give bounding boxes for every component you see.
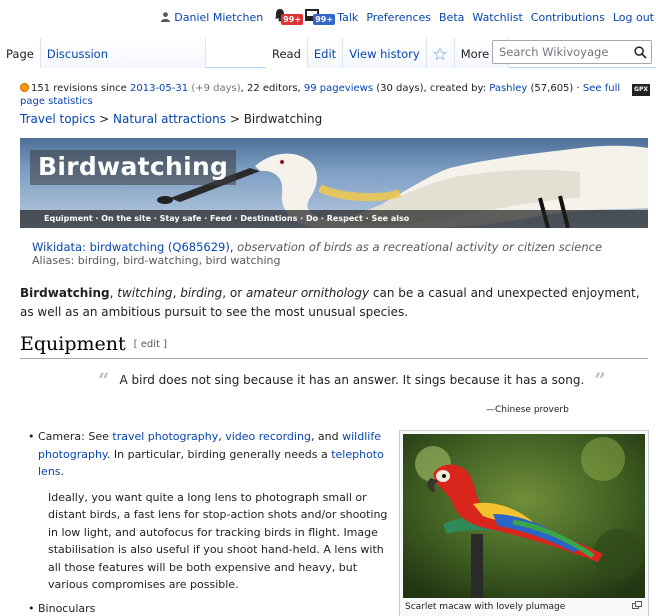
tab-discussion[interactable]: Discussion [40,38,206,68]
tab-discussion-label: Discussion [46,47,108,61]
contributions-link[interactable]: Contributions [531,11,605,24]
video-recording-link[interactable]: video recording [225,430,311,443]
banner-title: Birdwatching [30,150,237,185]
banner-link-destinations[interactable]: Destinations [240,214,297,223]
tab-read-label: Read [272,47,301,61]
notices-button[interactable]: 99+ [305,8,336,26]
user-name: Daniel Mietchen [174,10,264,24]
intro-text: , or [222,286,246,300]
intro-italic: amateur ornithology [245,286,370,300]
user-link[interactable]: Daniel Mietchen [161,11,263,24]
breadcrumb-current: Birdwatching [243,112,323,126]
search-input[interactable] [493,45,629,59]
notices-badge: 99+ [313,14,336,25]
list-text: . In particular, birding generally needs… [106,447,332,461]
banner-link-equipment[interactable]: Equipment [44,214,93,223]
intro-bold: Birdwatching [20,286,110,300]
star-icon [433,47,448,61]
list-text: . [60,465,65,478]
intro-italic: twitching [117,286,173,300]
personal-tools: Daniel Mietchen 99+ 99+ Talk Preferences… [161,9,654,25]
user-icon [161,12,171,22]
banner-link-feed[interactable]: Feed [210,214,232,223]
quote-box: “ A bird does not sing because it has an… [88,368,616,392]
enlarge-icon[interactable] [632,601,642,609]
pageviews-link[interactable]: 99 pageviews [304,83,373,94]
breadcrumb-natural-attractions[interactable]: Natural attractions [113,112,226,126]
close-quote-icon: ” [594,368,606,392]
tab-history-label: View history [349,47,420,61]
breadcrumb: Travel topics > Natural attractions > Bi… [20,112,322,126]
travel-photography-link[interactable]: travel photography [112,430,218,443]
talk-link[interactable]: Talk [337,11,358,24]
banner-nav: Equipment · On the site · Stay safe · Fe… [20,210,648,228]
namespace-tabs: Page Discussion [0,38,206,68]
creator-count: (57,605) [527,83,574,94]
list-item: Camera: See travel photography, video re… [28,428,388,594]
more-label: More [460,47,490,61]
thumbnail: Scarlet macaw with lovely plumage [399,430,649,616]
intro-italic: birding [180,286,223,300]
tab-history[interactable]: View history [343,38,427,68]
alerts-button[interactable]: 99+ [273,8,304,26]
page-banner: Birdwatching Equipment · On the site · S… [20,138,648,228]
wikidata-description: observation of birds as a recreational a… [237,240,603,254]
pageviews-rest: (30 days), created by: [373,83,490,94]
banner-link-respect[interactable]: Respect [327,214,363,223]
quote-source: —Chinese proverb [486,405,569,415]
list-item: Binoculars [28,600,388,616]
macaw-picture [403,434,645,598]
banner-link-stay-safe[interactable]: Stay safe [160,214,202,223]
wikidata-link[interactable]: Wikidata: birdwatching (Q685629) [32,240,230,254]
days-text: (+9 days) [191,83,241,94]
equipment-list: Camera: See travel photography, video re… [28,428,388,616]
editors-text: , 22 editors, [240,83,304,94]
tab-page[interactable]: Page [0,38,41,68]
gpx-icon[interactable]: GPX [632,84,650,96]
section-title: Equipment [20,333,126,355]
breadcrumb-sep: > [95,112,114,126]
search-button[interactable] [629,45,651,59]
breadcrumb-travel-topics[interactable]: Travel topics [20,112,95,126]
banner-link-do[interactable]: Do [306,214,318,223]
page-info: 151 revisions since 2013-05-31 (+9 days)… [20,82,625,108]
watchlist-link[interactable]: Watchlist [472,11,522,24]
beta-link[interactable]: Beta [439,11,464,24]
binoculars-text: Binoculars [38,601,96,615]
macaw-image[interactable] [403,434,645,598]
breadcrumb-sep: > [226,112,244,126]
quote-text: A bird does not sing because it has an a… [119,373,585,387]
info-sep: · [573,83,583,94]
list-text: Camera: See [38,430,113,443]
tab-read[interactable]: Read [266,38,308,68]
watch-star-button[interactable] [426,38,455,68]
wikidata-line: Wikidata: birdwatching (Q685629), observ… [32,240,603,254]
wikidata-aliases: Aliases: birding, bird-watching, bird wa… [32,254,281,267]
first-revision-link[interactable]: 2013-05-31 [130,83,188,94]
status-icon [20,83,29,92]
view-tabs: Read Edit View history More [266,38,510,68]
search-box [492,40,652,64]
camera-paragraph: Ideally, you want quite a long lens to p… [48,490,388,592]
list-text: , and [310,430,343,443]
banner-link-on-the-site[interactable]: On the site [101,214,151,223]
open-quote-icon: “ [98,368,110,392]
search-icon [633,45,647,59]
logout-link[interactable]: Log out [613,11,654,24]
tab-edit[interactable]: Edit [307,38,344,68]
section-edit-link[interactable]: [ edit ] [134,339,167,350]
revisions-text: 151 revisions since [31,83,130,94]
tab-page-label: Page [6,47,34,61]
alerts-badge: 99+ [281,14,304,25]
banner-link-see-also[interactable]: See also [371,214,409,223]
tab-edit-label: Edit [313,47,337,61]
creator-link[interactable]: Pashley [489,83,527,94]
preferences-link[interactable]: Preferences [366,11,431,24]
thumbnail-caption: Scarlet macaw with lovely plumage [405,602,566,612]
intro-paragraph: Birdwatching, twitching, birding, or ama… [20,284,648,322]
section-heading: Equipment [ edit ] [20,333,648,359]
